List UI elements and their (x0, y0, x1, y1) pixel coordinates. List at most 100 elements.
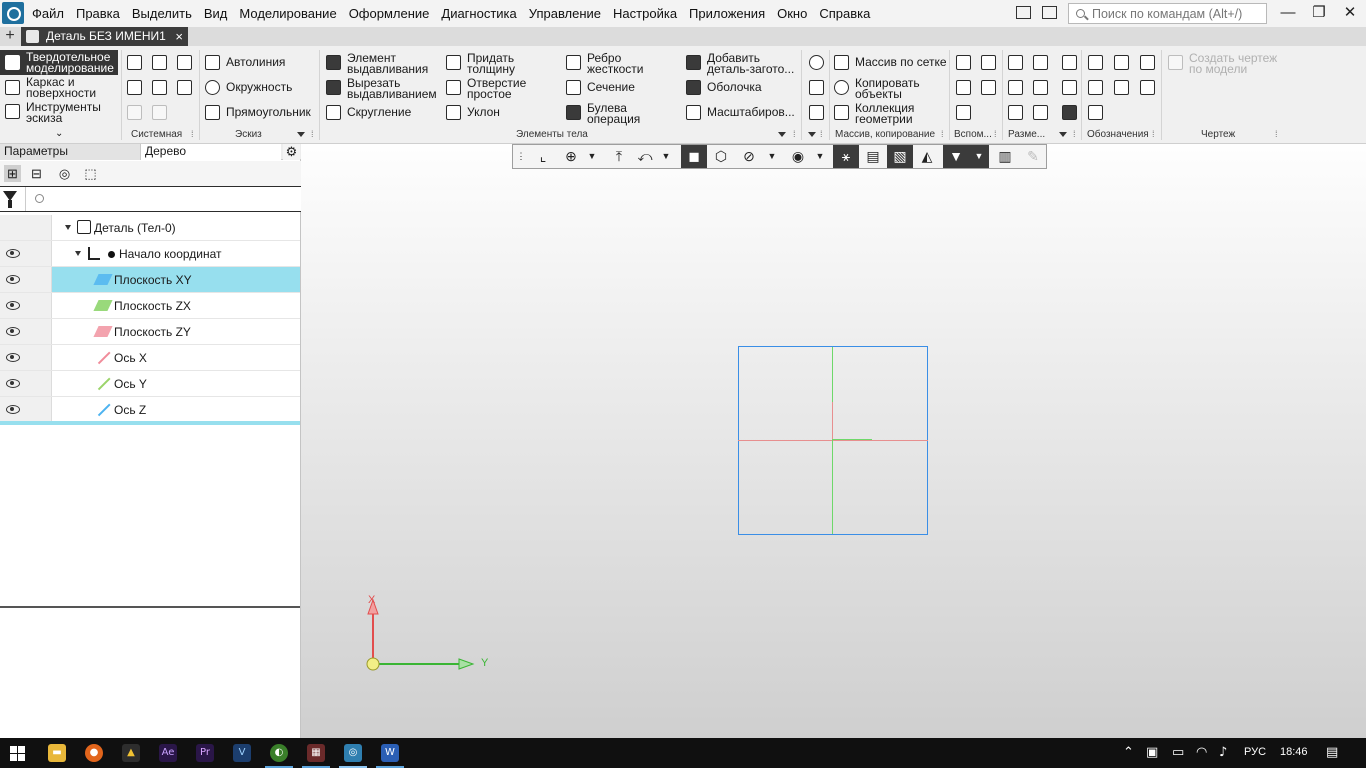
shaded-icon[interactable]: ◼ (681, 145, 707, 168)
notifications-icon[interactable]: ▤ (1326, 745, 1338, 760)
menu-control[interactable]: Управление (529, 6, 601, 21)
views-icon[interactable]: ⤺ (633, 145, 657, 168)
dimension-auto-icon[interactable] (1008, 105, 1023, 120)
section-view-icon[interactable]: ▤ (861, 145, 885, 168)
mark-icon[interactable] (1062, 80, 1077, 95)
hide-icon[interactable]: ⊘ (737, 145, 761, 168)
orientation-icon[interactable]: ⌞ (531, 145, 555, 168)
hide-dropdown-icon[interactable]: ▼ (765, 145, 779, 168)
mode-solid-modeling[interactable]: Твердотельное моделирование (0, 50, 118, 75)
toolbar-grip-icon[interactable]: ⋮ (515, 145, 527, 168)
command-search-input[interactable]: Поиск по командам (Alt+/) (1068, 3, 1267, 24)
filter-view-icon[interactable]: ▼ (943, 145, 969, 168)
app-logo-icon[interactable] (2, 2, 24, 24)
close-tab-icon[interactable]: × (175, 27, 183, 46)
menu-apps[interactable]: Приложения (689, 6, 765, 21)
start-icon[interactable] (10, 746, 26, 761)
layers-view-icon[interactable]: ◭ (915, 145, 939, 168)
kompas-taskbar-icon[interactable]: ◎ (344, 744, 362, 762)
tree-row-origin[interactable]: Начало координат (0, 241, 300, 267)
filter-dropdown-icon[interactable]: ▼ (969, 145, 989, 168)
point-icon[interactable] (809, 55, 824, 70)
leader-icon[interactable] (1062, 55, 1077, 70)
tab-parameters[interactable]: Параметры (0, 144, 141, 160)
explorer-icon[interactable]: ▬ (48, 744, 66, 762)
word-icon[interactable]: W (381, 744, 399, 762)
preview-icon[interactable] (152, 80, 167, 95)
aux-offset-plane-icon[interactable] (956, 80, 971, 95)
open-folder-icon[interactable] (152, 55, 167, 70)
text-icon[interactable] (1114, 80, 1129, 95)
base-icon[interactable] (1114, 55, 1129, 70)
selection-mode-icon[interactable]: ▧ (887, 145, 913, 168)
layers-icon[interactable] (809, 105, 824, 120)
volume-icon[interactable]: ♪ (1219, 745, 1227, 760)
undo-icon[interactable] (127, 105, 142, 120)
new-tab-button[interactable]: + (2, 27, 18, 46)
aux-axis-icon[interactable] (981, 55, 996, 70)
gear-icon[interactable]: ⚙ (283, 144, 300, 160)
sketch-dropdown-icon[interactable] (297, 132, 305, 137)
aux-dropdown-icon[interactable] (808, 132, 816, 137)
body-dropdown-icon[interactable] (778, 132, 786, 137)
menu-diagnostics[interactable]: Диагностика (441, 6, 516, 21)
tree-row-plane-xy[interactable]: Плоскость XY (0, 267, 300, 293)
eye-icon[interactable] (6, 275, 20, 284)
eye-icon[interactable] (6, 405, 20, 414)
tray-app-icon[interactable]: ▣ (1146, 745, 1158, 760)
filter-icon[interactable] (3, 191, 17, 208)
menu-design[interactable]: Оформление (349, 6, 430, 21)
display-dropdown-icon[interactable]: ▼ (813, 145, 827, 168)
aux-cs-icon[interactable] (981, 80, 996, 95)
eye-icon[interactable] (6, 301, 20, 310)
layout-toggle-icon[interactable] (1016, 6, 1031, 19)
tray-chevron-icon[interactable]: ⌃ (1123, 745, 1134, 760)
new-file-icon[interactable] (127, 55, 142, 70)
dims-dropdown-icon[interactable] (1059, 132, 1067, 137)
menu-edit[interactable]: Правка (76, 6, 120, 21)
menu-file[interactable]: Файл (32, 6, 64, 21)
premiere-icon[interactable]: Pr (196, 744, 214, 762)
panel-toggle-icon[interactable] (1042, 6, 1057, 19)
v-app-icon[interactable]: V (233, 744, 251, 762)
print-icon[interactable] (127, 80, 142, 95)
properties-icon[interactable] (177, 80, 192, 95)
after-effects-icon[interactable]: Ae (159, 744, 177, 762)
display-icon[interactable]: ◉ (785, 145, 811, 168)
firefox-icon[interactable]: ● (85, 744, 103, 762)
menu-select[interactable]: Выделить (132, 6, 192, 21)
wireframe-view-icon[interactable]: ⬡ (709, 145, 733, 168)
menu-window[interactable]: Окно (777, 6, 807, 21)
dimension-angle-icon[interactable] (1033, 55, 1048, 70)
views-dropdown-icon[interactable]: ▼ (659, 145, 673, 168)
menu-help[interactable]: Справка (819, 6, 870, 21)
panel-splitter[interactable] (0, 606, 300, 608)
weld-icon[interactable] (1088, 80, 1103, 95)
tree-select-icon[interactable]: ⬚ (82, 165, 99, 182)
menu-modeling[interactable]: Моделирование (239, 6, 336, 21)
eye-icon[interactable] (6, 249, 20, 258)
zoom-icon[interactable]: ⊕ (559, 145, 583, 168)
color-app-icon[interactable]: ▦ (307, 744, 325, 762)
eye-icon[interactable] (6, 327, 20, 336)
tree-row-plane-zx[interactable]: Плоскость ZX (0, 293, 300, 319)
cone-icon[interactable] (1088, 105, 1103, 120)
document-tab[interactable]: Деталь БЕЗ ИМЕНИ1 × (21, 27, 188, 46)
tree-filter-input[interactable] (25, 187, 301, 211)
clock[interactable]: 18:46 (1280, 746, 1308, 758)
measure-icon[interactable]: ▥ (993, 145, 1017, 168)
position-icon[interactable] (1062, 105, 1077, 120)
redo-icon[interactable] (152, 105, 167, 120)
tree-row-plane-zy[interactable]: Плоскость ZY (0, 319, 300, 345)
tree-row-part[interactable]: Деталь (Тел-0) (0, 215, 300, 241)
collapse-icon[interactable] (65, 225, 71, 230)
rotate-icon[interactable]: ⤒ (607, 145, 631, 168)
menu-view[interactable]: Вид (204, 6, 228, 21)
collapse-icon[interactable] (75, 251, 81, 256)
model-viewport[interactable]: ⋮ ⌞ ⊕ ▼ ⤒ ⤺ ▼ ◼ ⬡ ⊘ ▼ ◉ ▼ ⚹ ▤ ▧ ◭ ▼ ▼ ▥ … (301, 144, 1366, 738)
aux-line-icon[interactable] (956, 105, 971, 120)
dimension-diameter-icon[interactable] (1033, 80, 1048, 95)
expand-chevron-icon[interactable]: ⌄ (55, 128, 63, 139)
menu-settings[interactable]: Настройка (613, 6, 677, 21)
dimension-chain-icon[interactable] (1033, 105, 1048, 120)
